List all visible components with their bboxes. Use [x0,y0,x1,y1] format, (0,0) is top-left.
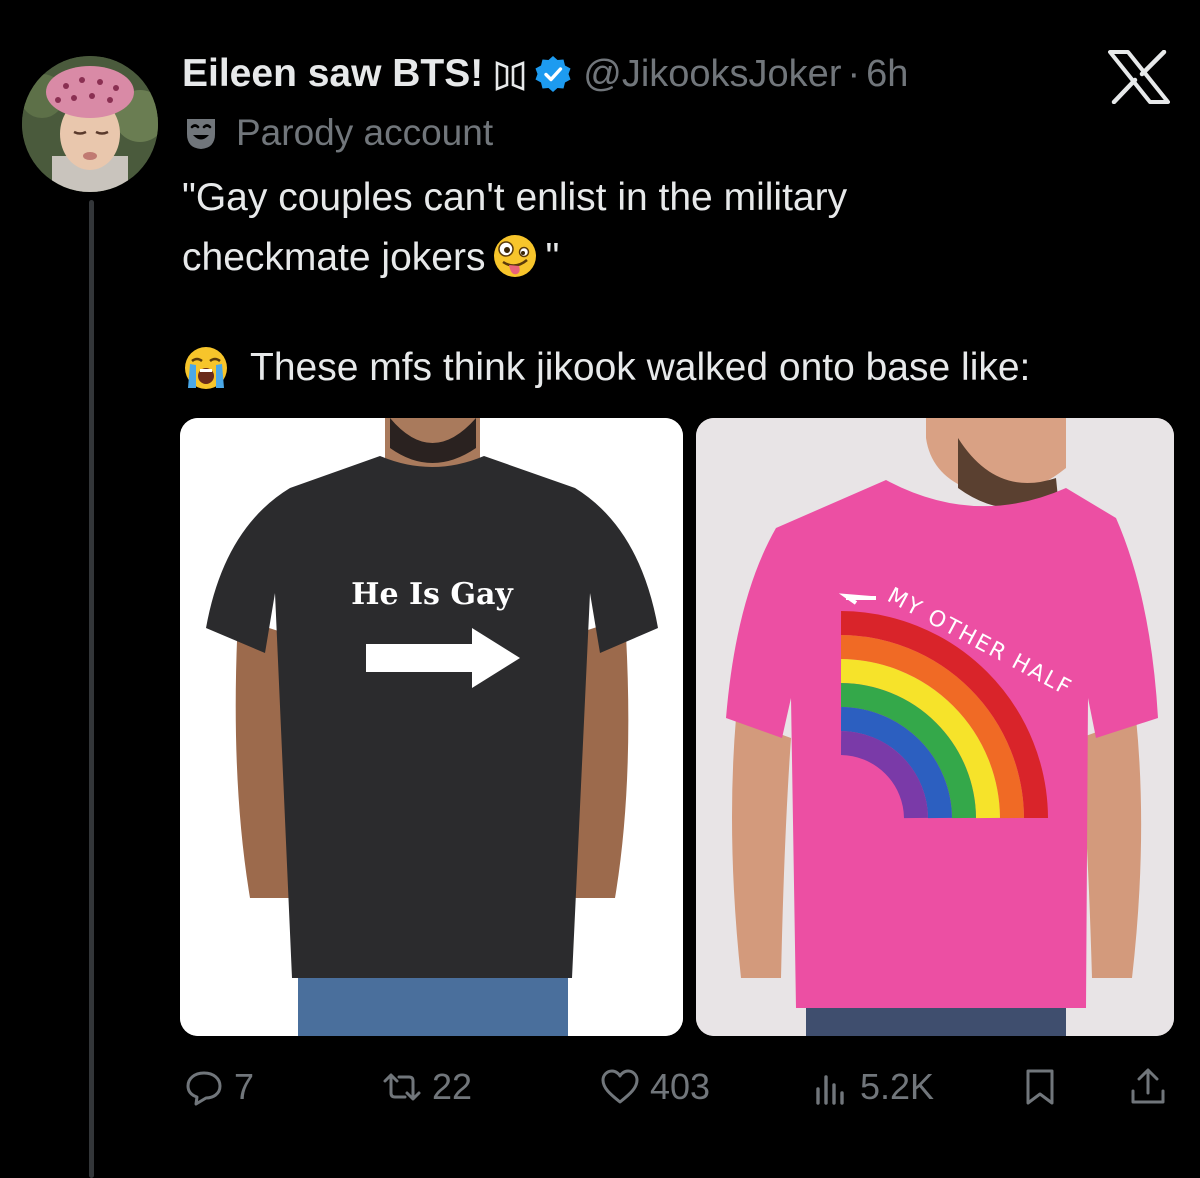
parody-account-text: Parody account [236,112,494,153]
black-shirt-photo: He Is Gay [180,418,683,1036]
media-image-pink-shirt[interactable]: MY OTHER HALF [696,418,1174,1036]
verified-badge-icon[interactable] [533,54,573,94]
heart-icon [601,1069,639,1104]
share-icon [1131,1068,1165,1104]
views-count: 5.2K [860,1066,935,1107]
loudly-crying-face-emoji-icon [185,347,227,389]
post-time[interactable]: 6h [866,53,908,96]
bts-emblem-icon [495,61,525,91]
reply-icon [186,1071,222,1106]
repost-count: 22 [432,1066,473,1107]
tweet-text-line-2-quote: " [545,236,560,279]
tweet-action-bar: 7 22 403 5.2K [0,1062,1200,1112]
reply-button[interactable]: 7 [184,1062,254,1112]
tweet-header: Eileen saw BTS! @JikooksJoker · 6h [182,46,908,102]
media-image-black-shirt[interactable]: He Is Gay [180,418,683,1036]
pink-shirt-photo: MY OTHER HALF [696,418,1174,1036]
share-button[interactable] [1128,1062,1168,1112]
parody-account-label: Parody account [182,108,493,158]
tweet-text-line-3: These mfs think jikook walked onto base … [182,338,1030,398]
avatar-image [22,56,158,192]
theater-mask-icon [187,119,215,149]
repost-button[interactable]: 22 [382,1062,472,1112]
like-count: 403 [650,1066,711,1107]
tweet-text-line-1: "Gay couples can't enlist in the militar… [182,176,848,219]
like-button[interactable]: 403 [600,1062,710,1112]
thread-connector-line [89,200,94,1178]
tweet-body: "Gay couples can't enlist in the militar… [182,168,1172,288]
views-button[interactable]: 5.2K [810,1062,934,1112]
user-handle[interactable]: @JikooksJoker [583,53,841,96]
avatar[interactable] [22,56,158,192]
repost-icon [383,1073,421,1101]
tweet-text-line-2-text: checkmate jokers [182,236,486,279]
bookmark-icon [1026,1069,1054,1105]
separator-dot: · [847,52,861,95]
tweet-text-line-3-text: These mfs think jikook walked onto base … [250,346,1031,389]
zany-face-emoji-icon [494,234,537,277]
views-chart-icon [816,1075,844,1105]
reply-count: 7 [234,1066,255,1107]
bookmark-button[interactable] [1020,1062,1060,1112]
x-logo-icon[interactable] [1108,50,1170,104]
display-name[interactable]: Eileen saw BTS! [182,52,483,96]
tweet-text-line-2: checkmate jokers " [182,228,1172,288]
shirt-text-he-is-gay: He Is Gay [351,577,514,612]
